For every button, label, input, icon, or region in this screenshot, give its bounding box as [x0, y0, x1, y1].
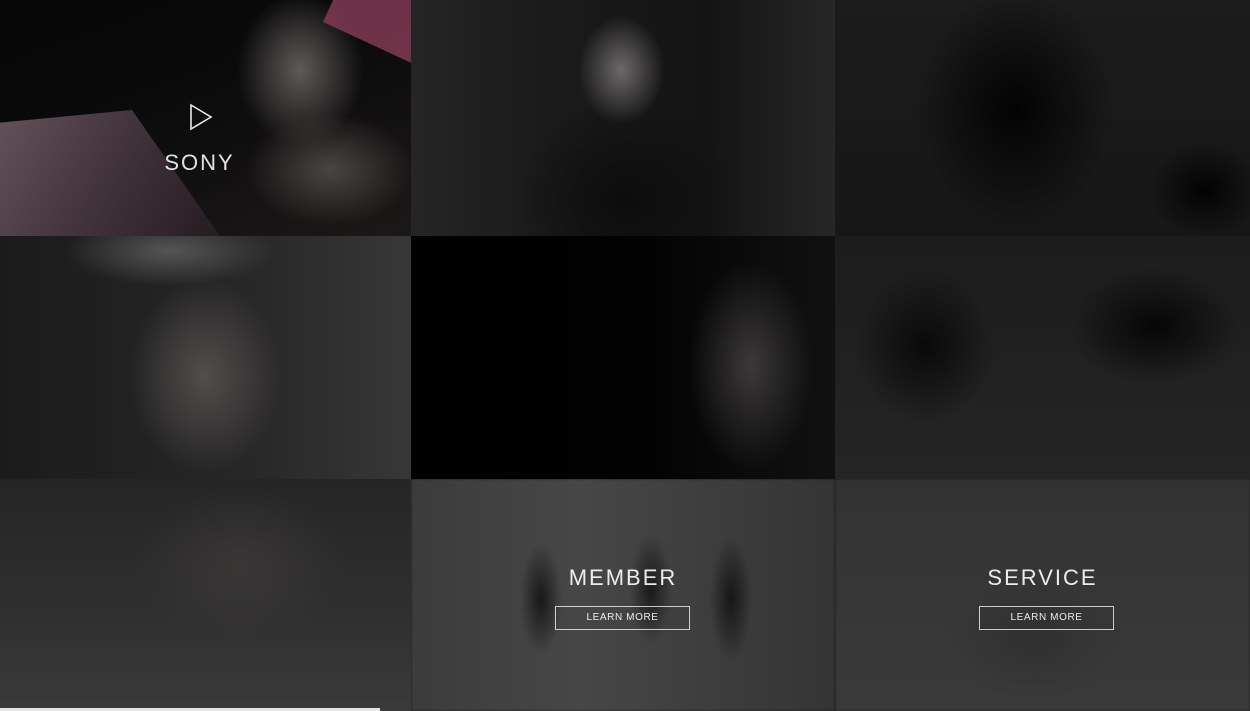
- service-learn-more-button[interactable]: LEARN MORE: [979, 606, 1114, 630]
- member-overlay: MEMBER LEARN MORE: [411, 479, 835, 711]
- tile-photographer: [835, 236, 1250, 479]
- tile-shade: [835, 236, 1250, 479]
- service-heading: SERVICE: [987, 565, 1098, 590]
- tile-service: SERVICE LEARN MORE: [835, 479, 1250, 711]
- tile-tears-portrait: [0, 479, 411, 711]
- service-overlay: SERVICE LEARN MORE: [835, 479, 1250, 711]
- sony-brand-label[interactable]: SONY: [0, 150, 399, 176]
- tile-woman-portrait: [411, 0, 835, 236]
- tile-shade: [0, 479, 411, 711]
- tile-woman-hat: [0, 236, 411, 479]
- member-learn-more-button[interactable]: LEARN MORE: [555, 606, 690, 630]
- photo-grid: SONY MEMBER LEARN MORE SERVICE LEARN MOR…: [0, 0, 1250, 711]
- tile-shade: [835, 0, 1250, 236]
- tile-shade: [0, 236, 411, 479]
- tile-sony-video[interactable]: SONY: [0, 0, 411, 236]
- sony-overlay[interactable]: SONY: [0, 0, 411, 236]
- tile-profile-dark: [411, 236, 835, 479]
- tile-shade: [411, 0, 835, 236]
- tile-member: MEMBER LEARN MORE: [411, 479, 835, 711]
- tile-silhouette: [835, 0, 1250, 236]
- tile-shade: [411, 236, 835, 479]
- member-heading: MEMBER: [568, 565, 678, 590]
- play-icon[interactable]: [188, 103, 214, 131]
